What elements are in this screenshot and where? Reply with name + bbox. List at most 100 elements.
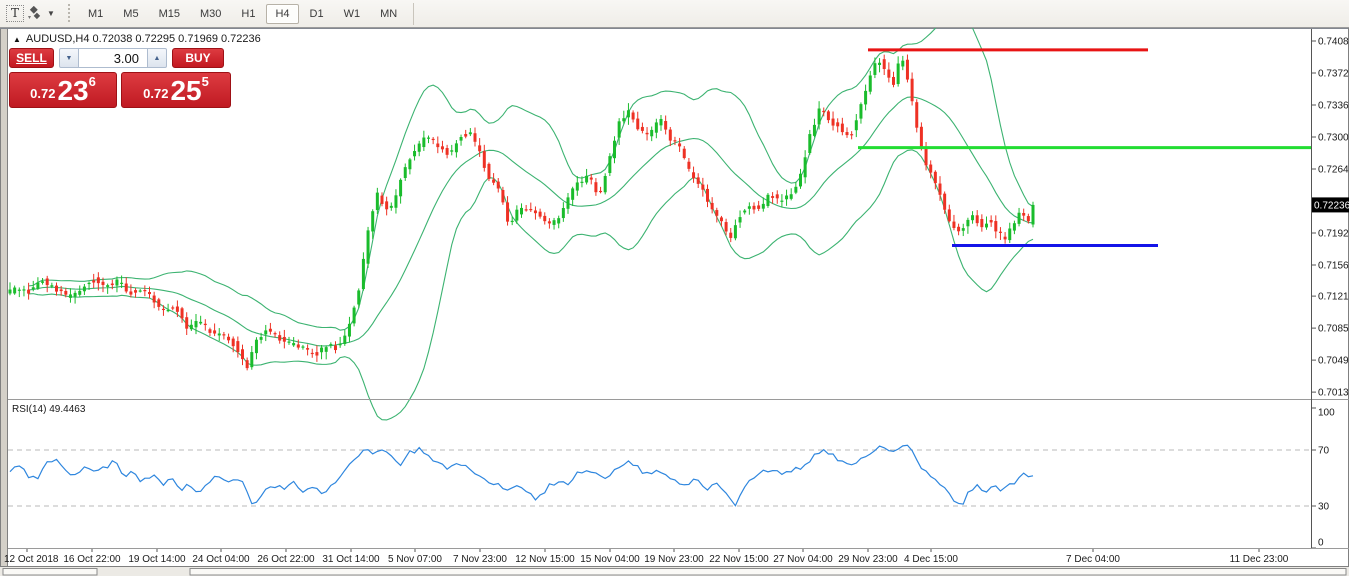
price-axis-label: 0.70130 [1318,388,1349,399]
candle-body [766,194,770,207]
timeframe-button-MN[interactable]: MN [371,4,406,24]
candle-body [706,188,709,202]
candle-body [952,221,956,228]
candle-body [427,137,430,139]
toolbar-grip[interactable] [66,3,73,24]
candle-body [812,124,816,136]
candle-body [450,150,454,152]
candle-body [22,289,26,291]
date-axis-label: 19 Oct 14:00 [128,554,186,565]
candle-body [543,215,547,222]
date-axis-label: 11 Dec 23:00 [1230,554,1289,565]
candle-body [682,148,686,159]
candle-body [171,307,175,309]
candle-body [547,221,551,224]
volume-input[interactable]: 3.00 [79,48,147,68]
rsi-axis-label: 70 [1318,446,1330,457]
sell-price-button[interactable]: 0.72 23 6 [9,72,117,108]
timeframe-button-M30[interactable]: M30 [191,4,230,24]
candle-body [1022,212,1026,216]
candle-body [361,258,365,290]
objects-tool-button[interactable] [26,4,43,24]
candle-body [334,345,337,351]
candle-body [371,211,375,232]
sell-button-label: SELL [16,51,47,65]
horizontal-scrollbar-thumb[interactable] [189,568,1347,576]
candle-body [529,208,533,211]
candle-body [687,161,691,169]
date-axis-label: 12 Oct 2018 [4,554,59,565]
chart-title-text: AUDUSD,H4 0.72038 0.72295 0.71969 0.7223… [25,33,261,45]
candle-body [854,120,858,131]
price-axis-label: 0.70490 [1318,356,1349,367]
chart-window-background [0,28,1349,576]
candle-body [203,323,207,326]
candle-body [594,182,598,193]
candle-body [789,194,793,199]
timeframe-button-H1[interactable]: H1 [232,4,264,24]
price-axis-label: 0.74080 [1318,37,1349,48]
candle-body [985,223,988,228]
timeframe-button-W1[interactable]: W1 [335,4,370,24]
candle-body [599,190,603,193]
candle-body [445,148,449,155]
candle-body [478,145,482,152]
candle-body [589,177,593,180]
sell-price-pips: 23 [57,75,89,106]
candle-body [282,336,286,342]
candle-body [696,177,700,184]
timeframe-button-M15[interactable]: M15 [150,4,189,24]
candle-body [524,209,528,211]
candle-body [468,132,472,135]
candle-body [55,285,58,292]
candle-body [1012,223,1016,231]
tool-dropdown-caret[interactable]: ▼ [45,4,57,24]
buy-button[interactable]: BUY [172,48,224,68]
candle-body [64,290,68,295]
candle-body [301,346,305,348]
candle-body [227,336,231,341]
candle-body [617,121,621,138]
timeframe-button-H4[interactable]: H4 [266,3,299,24]
candle-body [231,338,235,347]
timeframe-button-M5[interactable]: M5 [114,4,147,24]
candle-body [124,283,128,292]
candle-body [403,167,407,178]
price-axis-label: 0.73000 [1318,133,1349,144]
volume-increase-button[interactable]: ▲ [147,48,167,68]
collapse-triangle-icon[interactable]: ▲ [13,35,21,44]
candle-body [245,360,249,369]
candle-body [626,110,630,118]
candle-body [938,183,942,195]
candle-body [417,143,421,152]
candle-body [268,328,272,332]
date-axis-label: 15 Nov 04:00 [580,554,640,565]
candle-body [343,335,347,344]
timeframe-button-D1[interactable]: D1 [301,4,333,24]
candle-body [82,286,86,292]
sell-button[interactable]: SELL [9,48,54,68]
date-axis-label: 22 Nov 15:00 [709,554,769,565]
diamonds-icon [28,5,41,19]
candle-body [980,218,984,228]
buy-price-button[interactable]: 0.72 25 5 [121,72,231,108]
text-tool-button[interactable]: T [6,4,25,24]
candle-body [943,193,947,210]
candle-body [1026,216,1030,222]
candle-body [966,219,970,227]
date-axis-label: 29 Nov 23:00 [838,554,898,565]
candle-body [715,210,719,216]
candle-body [27,289,31,294]
candle-body [975,215,979,224]
timeframe-button-M1[interactable]: M1 [79,4,112,24]
scrollbar-track-segment[interactable] [2,568,98,576]
candle-body [17,289,21,291]
candle-body [915,102,919,128]
volume-decrease-button[interactable]: ▼ [59,48,79,68]
text-tool-icon: T [6,5,25,22]
rsi-axis-label: 30 [1318,502,1330,513]
candle-body [775,194,779,199]
candle-body [729,232,733,238]
candle-body [306,348,310,350]
date-axis-label: 4 Dec 15:00 [904,554,958,565]
